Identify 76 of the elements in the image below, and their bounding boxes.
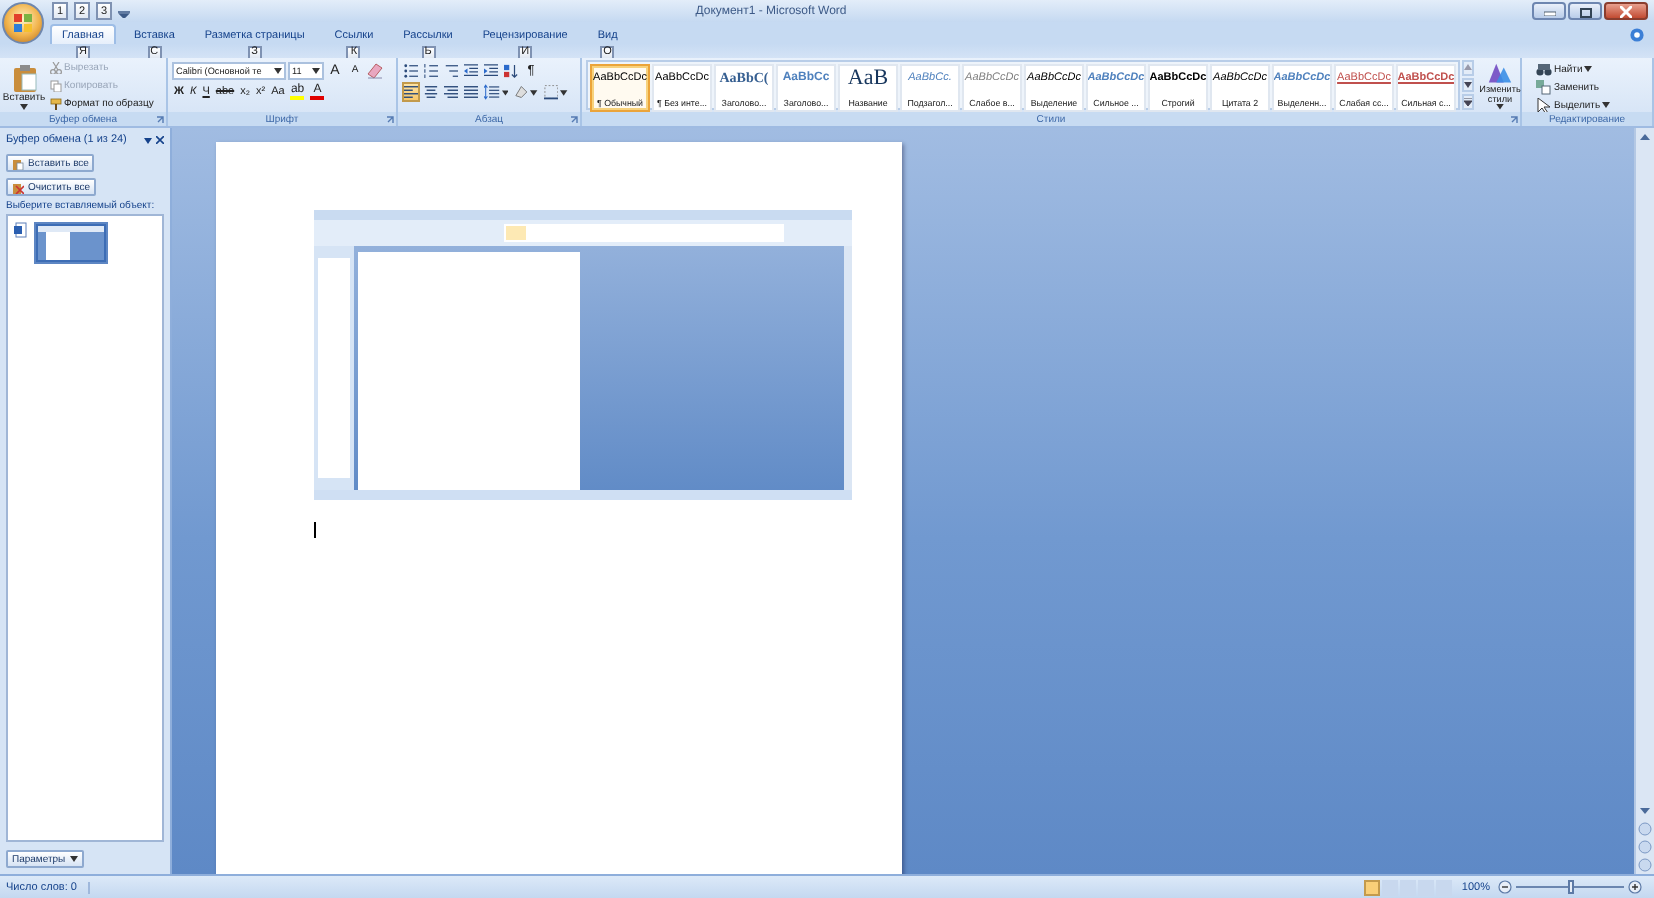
caret-icon [274, 67, 282, 73]
office-logo-icon [12, 12, 34, 34]
down-arrow-icon [1464, 82, 1472, 88]
increase-indent-icon [484, 61, 498, 79]
increase-indent-button[interactable] [482, 60, 500, 80]
borders-button[interactable] [542, 82, 570, 102]
caret-icon [312, 67, 320, 73]
numbering-icon [424, 61, 438, 79]
restore-icon [1579, 5, 1591, 17]
caret-icon [501, 89, 508, 95]
cursor-icon [1536, 97, 1552, 113]
align-left-icon [404, 84, 418, 100]
gallery-more-button[interactable] [1462, 94, 1474, 111]
dialog-launcher-icon[interactable] [156, 115, 164, 123]
align-right-icon [444, 84, 458, 100]
zoom-slider-thumb[interactable] [1567, 880, 1573, 894]
customize-menu-icon[interactable] [118, 5, 130, 17]
zoom-out-icon[interactable] [1498, 880, 1512, 894]
dialog-launcher-icon[interactable] [1510, 115, 1518, 123]
word-document-icon [14, 222, 28, 238]
bullets-button[interactable] [402, 60, 420, 80]
decrease-indent-icon [464, 61, 478, 79]
line-spacing-icon [484, 84, 500, 100]
shading-button[interactable] [512, 82, 540, 102]
clipboard-item-thumbnail[interactable] [34, 222, 108, 264]
close-icon[interactable] [156, 136, 164, 144]
styles-icon [1486, 62, 1514, 85]
pane-menu-icon[interactable] [144, 137, 152, 143]
browse-object-icon [1636, 838, 1654, 856]
clear-all-icon [12, 181, 24, 193]
close-button[interactable] [1604, 2, 1648, 20]
paint-bucket-icon [514, 84, 529, 100]
align-center-icon [424, 84, 438, 100]
binoculars-icon [1536, 61, 1552, 77]
restore-button[interactable] [1568, 2, 1602, 20]
zoom-in-icon[interactable] [1628, 880, 1642, 894]
help-icon[interactable] [1630, 28, 1644, 42]
align-left-button[interactable] [402, 82, 420, 102]
caret-icon [1584, 66, 1593, 72]
caret-icon [1602, 102, 1611, 108]
minimize-button[interactable] [1532, 2, 1566, 20]
sort-icon [504, 61, 518, 79]
clear-formatting-icon[interactable] [366, 61, 384, 79]
office-button[interactable] [2, 2, 44, 44]
text-cursor [314, 522, 316, 538]
caret-icon [69, 856, 78, 862]
up-arrow-icon [1464, 64, 1472, 71]
bullets-icon [404, 61, 418, 79]
sort-button[interactable] [502, 60, 520, 80]
paste-all-icon [12, 157, 24, 169]
justify-button[interactable] [462, 82, 480, 102]
decrease-indent-button[interactable] [462, 60, 480, 80]
dialog-launcher-icon[interactable] [386, 115, 394, 123]
center-button[interactable] [422, 82, 440, 102]
scissors-icon [50, 62, 62, 74]
line-spacing-button[interactable] [482, 82, 510, 102]
clipboard-icon [11, 63, 37, 91]
gallery-down-button[interactable] [1462, 77, 1474, 93]
caret-icon [560, 89, 568, 95]
previous-page-icon [1636, 820, 1654, 838]
minimize-icon [1543, 6, 1555, 16]
next-page-icon [1636, 856, 1654, 874]
copy-icon [50, 80, 62, 92]
caret-icon [530, 89, 538, 95]
borders-icon [544, 84, 559, 100]
style-sample: AaB [847, 70, 889, 88]
justify-icon [464, 84, 478, 100]
dialog-launcher-icon[interactable] [570, 115, 578, 123]
more-icon [1464, 98, 1472, 107]
replace-icon [1536, 79, 1552, 95]
numbering-button[interactable] [422, 60, 440, 80]
close-icon [1620, 5, 1632, 17]
multilevel-list-button[interactable] [442, 60, 460, 80]
align-right-button[interactable] [442, 82, 460, 102]
format-painter-icon [50, 98, 62, 110]
multilevel-list-icon [444, 61, 458, 79]
